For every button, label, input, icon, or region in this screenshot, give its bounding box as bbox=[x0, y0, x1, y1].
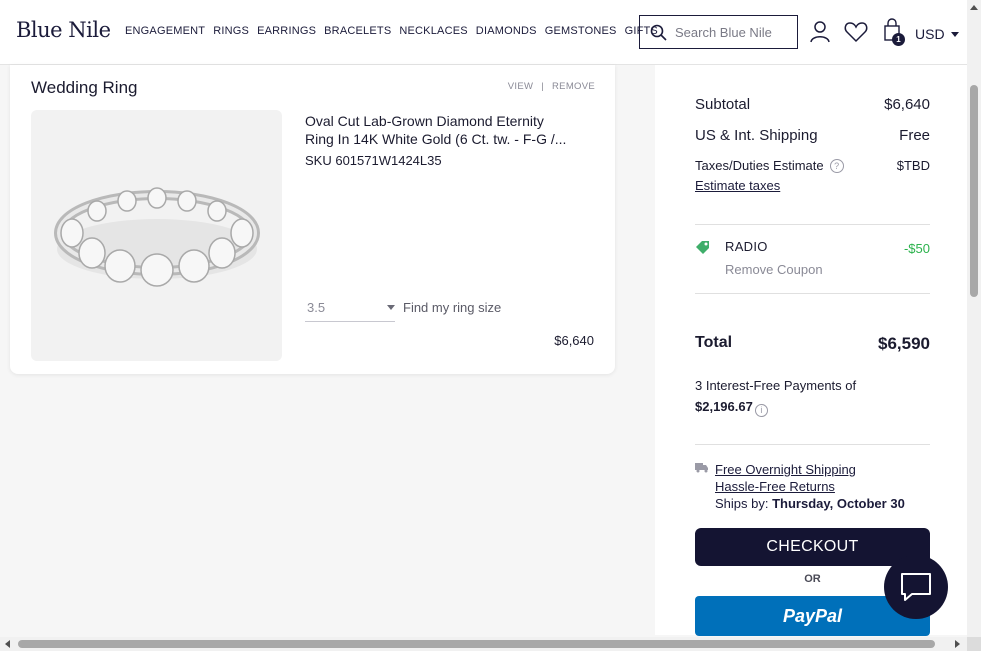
product-name[interactable]: Oval Cut Lab-Grown Diamond Eternity Ring… bbox=[305, 112, 595, 148]
total-label: Total bbox=[695, 334, 733, 351]
horizontal-scrollbar[interactable] bbox=[0, 637, 967, 651]
main-nav: ENGAGEMENT RINGS EARRINGS BRACELETS NECK… bbox=[125, 25, 658, 37]
subtotal-value: $6,640 bbox=[884, 96, 930, 113]
cart-item-card: Wedding Ring VIEW | REMOVE Oval Cut Lab-… bbox=[10, 65, 615, 374]
product-sku: SKU 601571W1424L35 bbox=[305, 153, 442, 168]
view-link[interactable]: VIEW bbox=[508, 81, 533, 92]
coupon-discount: -$50 bbox=[903, 241, 930, 256]
tag-icon bbox=[696, 241, 709, 254]
action-separator: | bbox=[541, 81, 545, 92]
tax-label-group: Taxes/Duties Estimate ? bbox=[695, 158, 844, 173]
tax-row: Taxes/Duties Estimate ? $TBD bbox=[695, 158, 930, 173]
scroll-up-arrow[interactable] bbox=[970, 5, 978, 10]
ships-by: Ships by: Thursday, October 30 bbox=[715, 496, 905, 511]
item-actions: VIEW | REMOVE bbox=[508, 81, 595, 92]
product-name-line2: Ring In 14K White Gold (6 Ct. tw. - F-G … bbox=[305, 131, 567, 147]
currency-selector[interactable]: USD bbox=[915, 26, 959, 42]
account-icon[interactable] bbox=[810, 21, 830, 43]
nav-engagement[interactable]: ENGAGEMENT bbox=[125, 25, 205, 37]
product-name-line1: Oval Cut Lab-Grown Diamond Eternity bbox=[305, 113, 544, 129]
remove-coupon-link[interactable]: Remove Coupon bbox=[725, 262, 823, 277]
nav-rings[interactable]: RINGS bbox=[213, 25, 249, 37]
remove-link[interactable]: REMOVE bbox=[552, 81, 595, 92]
ships-by-label: Ships by: bbox=[715, 496, 769, 511]
nav-bracelets[interactable]: BRACELETS bbox=[324, 25, 391, 37]
scroll-right-arrow[interactable] bbox=[955, 640, 960, 648]
scroll-left-arrow[interactable] bbox=[5, 640, 10, 648]
free-shipping-link[interactable]: Free Overnight Shipping bbox=[715, 462, 856, 477]
total-row: Total $6,590 bbox=[695, 334, 930, 354]
coupon-code: RADIO bbox=[725, 239, 768, 254]
nav-gemstones[interactable]: GEMSTONES bbox=[545, 25, 617, 37]
nav-earrings[interactable]: EARRINGS bbox=[257, 25, 316, 37]
ring-image bbox=[53, 186, 260, 287]
free-returns-link[interactable]: Hassle-Free Returns bbox=[715, 479, 835, 494]
ring-size-select[interactable]: 3.5 bbox=[305, 294, 395, 322]
installments-info: 3 Interest-Free Payments of $2,196.67 i bbox=[695, 375, 856, 417]
nav-diamonds[interactable]: DIAMONDS bbox=[476, 25, 537, 37]
horizontal-scroll-thumb[interactable] bbox=[18, 640, 935, 648]
vertical-scrollbar[interactable] bbox=[967, 0, 981, 637]
heart-icon[interactable] bbox=[844, 21, 868, 43]
help-icon[interactable]: ? bbox=[829, 158, 844, 173]
truck-icon bbox=[695, 463, 708, 473]
site-logo[interactable]: Blue Nile bbox=[16, 18, 111, 42]
nav-necklaces[interactable]: NECKLACES bbox=[399, 25, 467, 37]
subtotal-label: Subtotal bbox=[695, 96, 751, 113]
tax-label: Taxes/Duties Estimate bbox=[695, 158, 824, 173]
currency-label: USD bbox=[915, 26, 945, 42]
ships-by-date: Thursday, October 30 bbox=[772, 496, 905, 511]
divider bbox=[695, 293, 930, 294]
shipping-value: Free bbox=[899, 127, 930, 144]
divider bbox=[695, 444, 930, 445]
ring-size-value: 3.5 bbox=[307, 300, 326, 315]
search-icon bbox=[650, 24, 667, 41]
chevron-down-icon bbox=[387, 305, 395, 310]
divider bbox=[695, 224, 930, 225]
installments-text: 3 Interest-Free Payments of bbox=[695, 378, 857, 393]
checkout-button[interactable]: CHECKOUT bbox=[695, 528, 930, 566]
item-price: $6,640 bbox=[554, 333, 594, 348]
chat-button[interactable] bbox=[884, 555, 948, 619]
info-icon[interactable]: i bbox=[754, 404, 768, 417]
chat-icon bbox=[901, 573, 931, 601]
site-header: Blue Nile ENGAGEMENT RINGS EARRINGS BRAC… bbox=[0, 0, 967, 65]
subtotal-row: Subtotal $6,640 bbox=[695, 96, 930, 113]
estimate-taxes-link[interactable]: Estimate taxes bbox=[695, 178, 780, 193]
item-section-title: Wedding Ring bbox=[31, 78, 138, 97]
installments-amount: $2,196.67 bbox=[695, 399, 753, 414]
total-value: $6,590 bbox=[878, 334, 930, 353]
cart-count-badge: 1 bbox=[892, 33, 905, 46]
shipping-row: US & Int. Shipping Free bbox=[695, 127, 930, 144]
tax-value: $TBD bbox=[896, 158, 930, 173]
search-input[interactable] bbox=[675, 24, 785, 40]
vertical-scroll-thumb[interactable] bbox=[970, 85, 978, 297]
find-ring-size-link[interactable]: Find my ring size bbox=[403, 300, 501, 315]
chevron-down-icon bbox=[950, 31, 959, 37]
search-box[interactable] bbox=[639, 15, 798, 49]
scrollbar-corner bbox=[967, 637, 981, 651]
shipping-label: US & Int. Shipping bbox=[695, 127, 818, 144]
order-summary: Subtotal $6,640 US & Int. Shipping Free … bbox=[655, 65, 967, 636]
product-image[interactable] bbox=[31, 110, 282, 361]
